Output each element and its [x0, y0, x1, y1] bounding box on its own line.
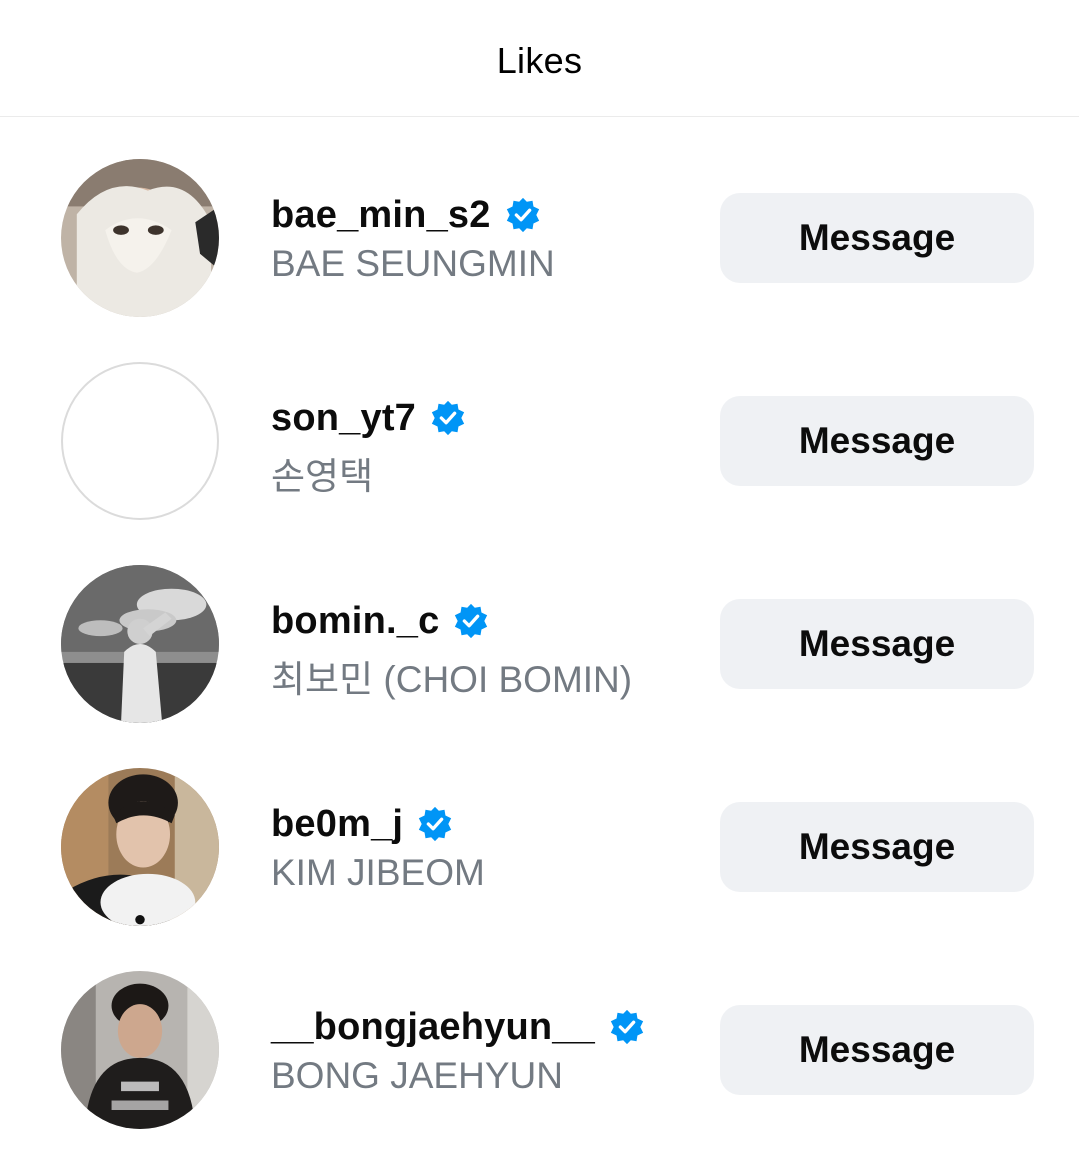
full-name: KIM JIBEOM — [271, 852, 485, 893]
list-item[interactable]: __bongjaehyun__ BONG JAEHYUN Message — [0, 929, 1079, 1132]
full-name: BAE SEUNGMIN — [271, 243, 555, 284]
avatar[interactable] — [61, 362, 219, 520]
verified-badge-icon — [610, 1009, 644, 1045]
message-button[interactable]: Message — [720, 802, 1034, 892]
username[interactable]: be0m_j — [271, 803, 403, 846]
avatar[interactable] — [61, 565, 219, 723]
username-line: be0m_j — [271, 800, 454, 848]
avatar-photo — [61, 565, 219, 723]
avatar-photo — [61, 768, 219, 926]
verified-badge-icon — [455, 603, 488, 639]
full-name: 최보민 (CHOI BOMIN) — [271, 659, 633, 700]
message-button[interactable]: Message — [720, 396, 1034, 486]
avatar-photo — [61, 971, 219, 1129]
username-line: bae_min_s2 — [271, 191, 542, 239]
avatar-photo — [61, 159, 219, 317]
username-line: son_yt7 — [271, 394, 467, 442]
list-item[interactable]: son_yt7 손영택 Message — [0, 320, 1079, 523]
list-item[interactable]: be0m_j KIM JIBEOM Message — [0, 726, 1079, 929]
page-title: Likes — [496, 40, 583, 81]
username-line: bomin._c — [271, 597, 490, 645]
list-item[interactable]: bomin._c 최보민 (CHOI BOMIN) Message — [0, 523, 1079, 726]
avatar[interactable] — [61, 971, 219, 1129]
full-name: BONG JAEHYUN — [271, 1055, 563, 1096]
list-item[interactable]: bae_min_s2 BAE SEUNGMIN Message — [0, 117, 1079, 320]
message-button[interactable]: Message — [720, 193, 1034, 283]
message-button[interactable]: Message — [720, 1005, 1034, 1095]
username[interactable]: __bongjaehyun__ — [271, 1006, 595, 1049]
likes-header: Likes — [0, 0, 1079, 117]
verified-badge-icon — [431, 400, 465, 436]
username-line: __bongjaehyun__ — [271, 1003, 646, 1051]
avatar[interactable] — [61, 768, 219, 926]
verified-badge-icon — [506, 197, 539, 233]
verified-badge-icon — [419, 806, 452, 842]
message-button[interactable]: Message — [720, 599, 1034, 689]
username[interactable]: bomin._c — [271, 600, 439, 643]
avatar[interactable] — [61, 159, 219, 317]
username[interactable]: son_yt7 — [271, 397, 416, 440]
full-name: 손영택 — [271, 456, 374, 497]
username[interactable]: bae_min_s2 — [271, 194, 491, 237]
